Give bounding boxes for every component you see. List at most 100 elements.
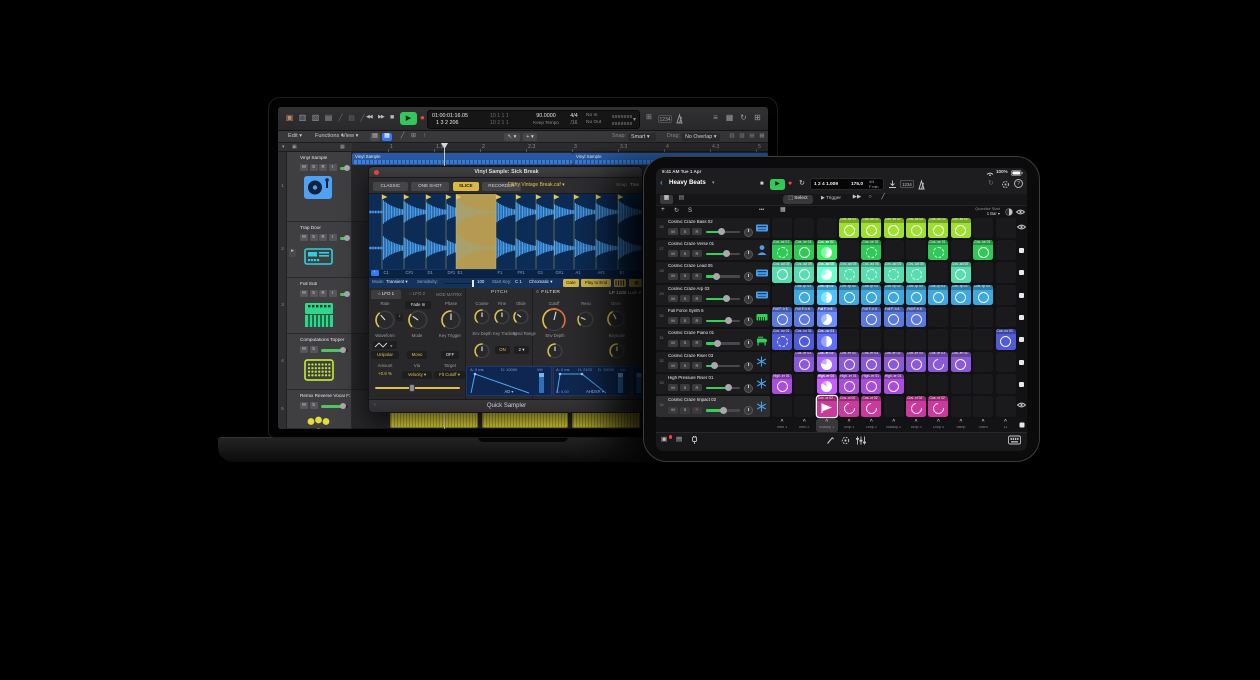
loop-cell[interactable]: Cos..no 01: [817, 329, 837, 350]
scene-trigger-button[interactable]: ^: [906, 420, 926, 426]
catch-tool-icon[interactable]: ⊞: [409, 133, 418, 141]
empty-cell[interactable]: [951, 329, 971, 350]
ipad-track-header-32[interactable]: 32Cosmic Craze Riser 03MSR: [656, 352, 770, 373]
empty-cell[interactable]: [817, 218, 837, 239]
ipad-volume-knob[interactable]: [720, 407, 727, 414]
drive-knob[interactable]: [607, 310, 625, 328]
coarse-knob[interactable]: [474, 309, 490, 325]
performance-view-icon[interactable]: [1016, 209, 1026, 216]
view-tracks-toggle[interactable]: ▤: [370, 133, 380, 141]
ipad-track-name[interactable]: Cosmic Craze Bass 02: [668, 220, 750, 226]
lcd-midi-out[interactable]: No Out: [586, 121, 610, 127]
empty-cell[interactable]: [996, 218, 1016, 239]
erase-icon[interactable]: ╱: [336, 115, 345, 124]
empty-cell[interactable]: [794, 218, 814, 239]
ipad-lcd-position[interactable]: 1 2 4 1.009: [814, 183, 848, 189]
lcd-cycle-end[interactable]: 10 2 1 1: [490, 121, 524, 127]
loop-cell[interactable]: Full F..h 6: [906, 307, 926, 328]
quick-sampler-window[interactable]: Vinyl Sample: Sick BreakCLASSICONE SHOTS…: [368, 166, 643, 413]
fade-in-knob[interactable]: [408, 310, 428, 330]
empty-cell[interactable]: [951, 374, 971, 395]
cutoff-knob[interactable]: [542, 308, 566, 332]
loop-cell[interactable]: Cos..er 03: [884, 352, 904, 373]
ipad-track-name[interactable]: Cosmic Craze Riser 03: [668, 354, 750, 360]
snap-value-select[interactable]: Smart ▾: [628, 133, 656, 141]
ipad-volume-knob[interactable]: [725, 384, 732, 391]
lcd-cycle-start[interactable]: 10 1 1 1: [490, 114, 524, 120]
loop-cell[interactable]: Cos..rp 03: [951, 285, 971, 306]
target-select[interactable]: Flt Cutoff ▾: [434, 371, 465, 379]
ipad-track-header-26[interactable]: 26Cosmic Craze Bass 02MSR: [656, 218, 770, 239]
forward-button[interactable]: ▶▶: [378, 115, 390, 123]
grid-settings-icon[interactable]: ▦: [780, 207, 790, 216]
row-eye-icon[interactable]: [1017, 224, 1027, 233]
mode-select[interactable]: Transient ▾: [386, 280, 414, 286]
plugin-tab-slice[interactable]: SLICE: [453, 182, 480, 191]
s-tool-icon[interactable]: S: [688, 208, 697, 217]
row-stop-button[interactable]: [1017, 268, 1027, 277]
drag-value-select[interactable]: No Overlap ▾: [682, 133, 720, 141]
footer-disclosure-icon[interactable]: ›: [374, 403, 382, 411]
loop-cell[interactable]: Full F..h 6: [884, 307, 904, 328]
close-panel-icon[interactable]: ▦: [758, 134, 766, 141]
track-m-button[interactable]: M: [668, 407, 678, 414]
filter-preset-select[interactable]: LP 12dB Lush ▾: [579, 291, 641, 298]
row-stop-button[interactable]: [1017, 313, 1027, 322]
loop-cell[interactable]: Cos..rp 03: [906, 285, 926, 306]
empty-cell[interactable]: [996, 307, 1016, 328]
loop-cell[interactable]: Cos..se 01: [973, 240, 993, 261]
lcd-tempo-mode[interactable]: Keep Tempo: [528, 121, 564, 127]
empty-cell[interactable]: [996, 352, 1016, 373]
scene-trigger-button[interactable]: ^: [772, 420, 792, 426]
edit-pencil-icon[interactable]: [826, 436, 836, 446]
track-s-button[interactable]: S: [310, 290, 318, 297]
track-s-button[interactable]: S: [680, 362, 690, 369]
settings-gear-icon[interactable]: [1001, 180, 1010, 189]
loop-cell[interactable]: Cos..ss 02: [951, 218, 971, 239]
sensitivity-slider-track[interactable]: [444, 283, 474, 285]
pointer-tool-select[interactable]: ↖ ▾: [504, 133, 520, 141]
ipad-track-name[interactable]: Cosmic Craze Verse 01: [668, 242, 750, 248]
glide-knob[interactable]: [513, 309, 529, 325]
ipad-track-name[interactable]: Cosmic Craze Impact 02: [668, 398, 750, 404]
empty-cell[interactable]: [951, 240, 971, 261]
help-icon[interactable]: ?: [1014, 179, 1023, 188]
scene-trigger-button[interactable]: ^: [794, 420, 814, 426]
rate-sync-icon[interactable]: ♪: [396, 314, 403, 321]
zoom-tool-icon[interactable]: ╱: [398, 133, 407, 141]
lfo1-tab[interactable]: ○ LFO 1: [371, 290, 401, 299]
undo-icon[interactable]: ↻: [988, 180, 997, 189]
ipad-volume-knob[interactable]: [723, 250, 730, 257]
track-s-button[interactable]: S: [310, 402, 318, 409]
track-r-button[interactable]: R: [692, 250, 702, 257]
plugin-tab-one-shot[interactable]: ONE SHOT: [411, 182, 450, 191]
scale-select[interactable]: Chromatic ▾: [529, 280, 559, 286]
loop-cell[interactable]: Full F..h 6: [817, 307, 837, 328]
ipad-record-button[interactable]: ●: [788, 180, 797, 189]
track-r-button[interactable]: R: [692, 384, 702, 391]
volume-slider-knob[interactable]: [340, 347, 347, 354]
pan-knob[interactable]: [744, 228, 753, 237]
loop-pack-icon[interactable]: ↻: [674, 208, 683, 217]
track-i-button[interactable]: I: [329, 290, 337, 297]
start-key-value[interactable]: C 1: [515, 280, 527, 286]
pan-knob[interactable]: [744, 250, 753, 259]
track-m-button[interactable]: M: [668, 295, 678, 302]
fade-in-select[interactable]: Fade In: [405, 301, 431, 309]
track-m-button[interactable]: M: [668, 250, 678, 257]
menu-view[interactable]: View ▾: [342, 134, 368, 141]
ipad-track-header-34[interactable]: 34Cosmic Craze Impact 02MSR: [656, 396, 770, 417]
via-select[interactable]: Velocity ▾: [402, 371, 432, 379]
waveform-zoom-icon[interactable]: ▥: [728, 134, 736, 141]
loop-cell[interactable]: Cos..ct 02: [906, 396, 926, 417]
filter-envelope-display[interactable]: A: 0 msD: 10000VelAD ▾: [466, 366, 552, 396]
loop-cell[interactable]: Cos..er 03: [928, 352, 948, 373]
list-editors-icon[interactable]: ≡: [710, 114, 721, 124]
loop-cell[interactable]: Cos..ct 02: [839, 396, 859, 417]
scene-trigger-button[interactable]: ^: [817, 420, 837, 426]
ipad-lcd-key[interactable]: F min: [869, 186, 883, 191]
ipad-track-header-27[interactable]: 27Cosmic Craze Verse 01MSR: [656, 240, 770, 261]
ipad-volume-knob[interactable]: [718, 228, 725, 235]
loop-cell[interactable]: Cos..ad 05: [794, 262, 814, 283]
filter-title[interactable]: ○ FILTER: [536, 291, 576, 298]
